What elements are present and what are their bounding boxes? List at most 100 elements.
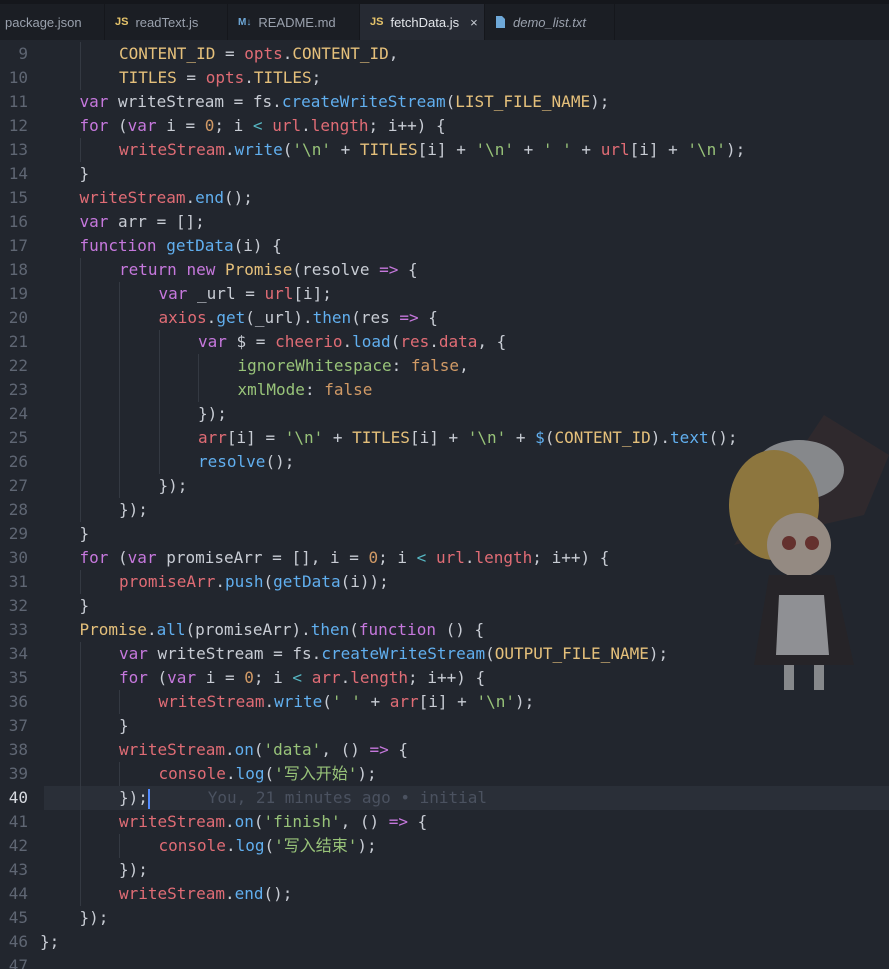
- close-tab-icon[interactable]: ×: [470, 15, 478, 30]
- code-token: '\n': [475, 140, 514, 159]
- code-line: }: [80, 522, 90, 546]
- code-token: <: [416, 548, 427, 567]
- line-number: 26: [8, 452, 28, 471]
- code-token: CONTENT_ID: [554, 428, 651, 447]
- code-token: '写入开始': [274, 764, 358, 783]
- code-token: };: [40, 932, 60, 951]
- code-token: 0: [204, 116, 215, 135]
- code-token: 0: [244, 668, 254, 687]
- code-token: writeStream =: [147, 644, 293, 663]
- git-blame-annotation: You, 21 minutes ago • initial: [149, 788, 488, 807]
- code-token: .: [264, 692, 275, 711]
- code-token: ' ': [331, 692, 361, 711]
- code-token: getData: [273, 572, 341, 591]
- tab-package-json[interactable]: package.json: [0, 4, 105, 40]
- line-number: 9: [18, 44, 28, 63]
- code-token: console: [158, 764, 226, 783]
- line-number: 35: [8, 668, 28, 687]
- code-token: });: [79, 908, 109, 927]
- code-line: var _url = url[i];: [159, 282, 332, 306]
- tab-readtext-js[interactable]: JS readText.js: [105, 4, 228, 40]
- code-token: }: [119, 716, 129, 735]
- code-token: :: [304, 380, 325, 399]
- line-number: 41: [8, 812, 28, 831]
- code-token: url: [600, 140, 630, 159]
- code-token: writeStream: [158, 692, 265, 711]
- code-token: (: [253, 740, 264, 759]
- code-token: var: [79, 92, 109, 111]
- code-token: :: [391, 356, 411, 375]
- code-token: {: [418, 308, 438, 327]
- tab-label: README.md: [258, 14, 336, 30]
- code-token: <: [292, 668, 303, 687]
- code-token: createWriteStream: [321, 644, 486, 663]
- code-token: () {: [435, 620, 485, 639]
- code-token: for: [119, 668, 148, 687]
- code-token: TITLES: [352, 428, 410, 447]
- code-token: end: [195, 188, 225, 207]
- code-token: (resolve: [292, 260, 380, 279]
- code-token: arr: [311, 668, 341, 687]
- code-token: var: [158, 284, 188, 303]
- code-token: =: [215, 44, 245, 63]
- code-token: );: [590, 92, 610, 111]
- code-token: +: [330, 140, 360, 159]
- code-token: [i] =: [226, 428, 285, 447]
- code-token: text: [670, 428, 709, 447]
- code-token: promiseArr = [], i =: [156, 548, 369, 567]
- code-line: }: [80, 162, 90, 186]
- code-line: }); You, 21 minutes ago • initial: [119, 786, 487, 810]
- code-line: console.log('写入开始');: [159, 762, 377, 786]
- code-token: {: [408, 812, 428, 831]
- code-token: .: [272, 92, 282, 111]
- code-token: function: [79, 236, 157, 255]
- line-number: 10: [8, 68, 28, 87]
- code-editor[interactable]: 9 10 11 12 13 14 15 16 17 18 19 20 21 22 23 24 25 26 27 28 2…: [0, 40, 889, 969]
- face: [767, 513, 831, 577]
- tab-demo-list-txt[interactable]: demo_list.txt: [485, 4, 615, 40]
- code-token: end: [234, 884, 264, 903]
- code-token: ).: [650, 428, 671, 447]
- code-token: log: [235, 836, 265, 855]
- line-number: 29: [8, 524, 28, 543]
- code-token: opts: [205, 68, 245, 87]
- code-token: =>: [369, 740, 389, 759]
- code-token: (i) {: [233, 236, 282, 255]
- code-token: (: [485, 644, 495, 663]
- code-token: Promise: [79, 620, 147, 639]
- code-token: (: [108, 548, 128, 567]
- code-line: ignoreWhitespace: false,: [238, 354, 469, 378]
- code-token: (: [390, 332, 401, 351]
- code-token: .: [224, 812, 235, 831]
- code-token: 'data': [263, 740, 322, 759]
- code-line: writeStream.end();: [80, 186, 253, 210]
- code-token: var: [127, 116, 157, 135]
- code-token: =>: [388, 812, 409, 831]
- code-token: function: [358, 620, 436, 639]
- code-token: writeStream =: [108, 92, 253, 111]
- code-token: for: [79, 116, 109, 135]
- code-token: .: [464, 548, 475, 567]
- javascript-file-icon: JS: [115, 16, 129, 28]
- tab-label: package.json: [5, 14, 82, 30]
- tab-fetchdata-js[interactable]: JS fetchData.js ×: [360, 4, 485, 40]
- javascript-file-icon: JS: [370, 16, 384, 28]
- code-token: (: [108, 116, 128, 135]
- code-token: on: [234, 740, 254, 759]
- code-token: ; i++) {: [368, 116, 446, 135]
- code-token: '\n': [476, 692, 515, 711]
- code-token: );: [357, 764, 377, 783]
- code-line: writeStream.write(' ' + arr[i] + '\n');: [159, 690, 535, 714]
- code-line: });: [119, 858, 148, 882]
- line-number: 42: [8, 836, 28, 855]
- code-token: console: [158, 836, 226, 855]
- code-token: load: [352, 332, 391, 351]
- code-token: }: [79, 596, 90, 615]
- code-token: .: [224, 884, 235, 903]
- code-token: .: [215, 572, 225, 591]
- code-token: length: [474, 548, 533, 567]
- code-token: cheerio: [275, 332, 343, 351]
- code-token: =>: [379, 260, 399, 279]
- tab-readme-md[interactable]: M↓ README.md: [228, 4, 360, 40]
- code-token: ();: [224, 188, 253, 207]
